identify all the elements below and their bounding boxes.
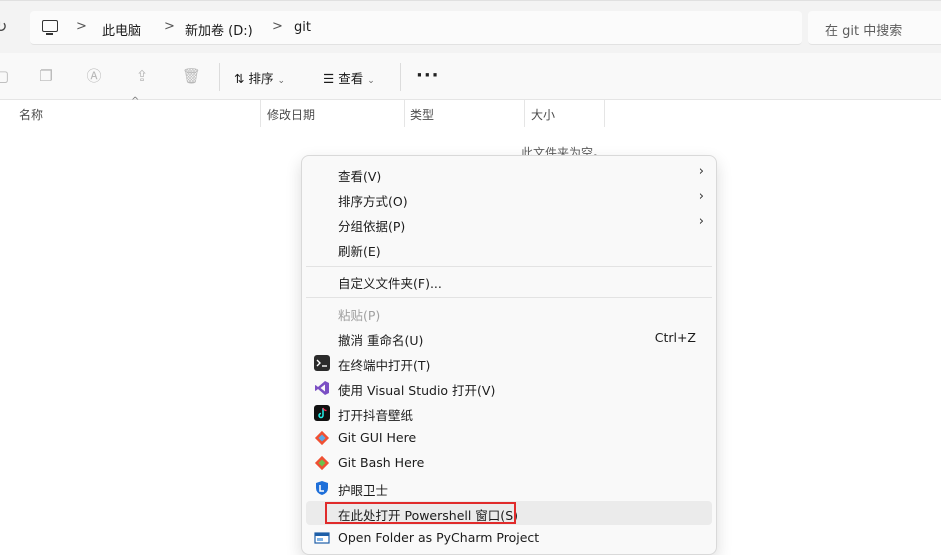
git-icon [314,455,330,471]
chevron-right-icon: › [698,164,704,179]
menu-item-label: Git Bash Here [338,455,425,470]
computer-icon[interactable] [42,20,58,35]
sort-ascending-icon: ^ [131,96,140,107]
git-icon [314,430,330,446]
chevron-right-icon[interactable]: > [272,19,283,34]
menu-item-label: 排序方式(O) [338,194,408,209]
more-options-button[interactable]: ··· [416,65,440,86]
eye-guard-icon [314,480,330,496]
sort-label: 排序 [248,71,274,86]
menu-item-label: 打开抖音壁纸 [338,408,414,423]
column-type[interactable]: 类型 [410,106,434,123]
menu-item-label: 分组依据(P) [338,219,406,234]
toolbar-divider [400,63,401,91]
share-icon[interactable]: ⇪ [134,68,150,84]
sort-button[interactable]: ⇅ 排序 ⌄ [234,68,285,87]
menu-item-label: 查看(V) [338,169,382,184]
breadcrumb[interactable]: > 此电脑 > 新加卷 (D:) > git [30,11,802,45]
sort-icon: ⇅ [234,71,249,86]
menu-item-open-pycharm[interactable]: Open Folder as PyCharm Project [306,526,712,550]
terminal-icon [314,355,330,371]
column-name[interactable]: 名称 [19,106,43,123]
menu-item-douyin-wallpaper[interactable]: 打开抖音壁纸 [306,401,712,425]
menu-item-label: 刷新(E) [338,244,381,259]
chevron-right-icon[interactable]: > [76,19,87,34]
menu-item-customize-folder[interactable]: 自定义文件夹(F)... [306,269,712,293]
search-placeholder: 在 git 中搜索 [825,24,903,39]
menu-item-open-powershell[interactable]: 在此处打开 Powershell 窗口(S) [306,501,712,525]
column-divider[interactable] [524,100,525,127]
column-divider[interactable] [260,100,261,127]
column-divider[interactable] [404,100,405,127]
menu-item-group-by[interactable]: 分组依据(P) › [306,212,712,236]
menu-item-label: Git GUI Here [338,430,417,445]
chevron-down-icon: ⌄ [367,76,375,86]
view-button[interactable]: ☰ 查看 ⌄ [323,68,375,87]
cut-icon[interactable]: ▢ [0,68,10,84]
menu-item-eye-guard[interactable]: 护眼卫士 [306,476,712,500]
chevron-down-icon: ⌄ [277,76,286,86]
delete-icon[interactable]: 🗑 [182,68,201,84]
menu-item-open-visual-studio[interactable]: 使用 Visual Studio 打开(V) [306,376,712,400]
menu-item-git-gui[interactable]: Git GUI Here [306,426,712,450]
menu-item-shortcut: Ctrl+Z [654,330,696,345]
menu-item-label: 粘贴(P) [338,308,381,323]
menu-item-paste: 粘贴(P) [306,301,712,325]
menu-item-refresh[interactable]: 刷新(E) [306,237,712,261]
column-divider[interactable] [604,100,605,127]
address-bar: ↻ > 此电脑 > 新加卷 (D:) > git 在 git 中搜索 [0,0,941,53]
column-size[interactable]: 大小 [531,106,555,123]
view-label: 查看 [338,71,364,86]
refresh-icon[interactable]: ↻ [0,17,7,36]
rename-icon[interactable]: Ⓐ [86,68,102,84]
copy-icon[interactable]: ❐ [38,68,54,84]
pycharm-icon [314,530,330,546]
menu-item-sort-by[interactable]: 排序方式(O) › [306,187,712,211]
column-header-row: ^ 名称 修改日期 类型 大小 [0,96,941,127]
chevron-right-icon[interactable]: > [164,19,175,34]
menu-item-label: 在此处打开 Powershell 窗口(S) [338,508,518,523]
breadcrumb-git[interactable]: git [294,20,311,35]
column-modified[interactable]: 修改日期 [267,106,315,123]
menu-separator [306,297,712,298]
search-input[interactable]: 在 git 中搜索 [808,11,941,45]
command-bar: ▢ ❐ Ⓐ ⇪ 🗑 ⇅ 排序 ⌄ ☰ 查看 ⌄ ··· [0,53,941,100]
chevron-right-icon: › [698,189,704,204]
menu-item-label: 使用 Visual Studio 打开(V) [338,383,496,398]
chevron-right-icon: › [698,214,704,229]
menu-item-undo-rename[interactable]: 撤消 重命名(U) Ctrl+Z [306,326,712,350]
toolbar-divider [219,63,220,91]
menu-separator [306,266,712,267]
breadcrumb-this-pc[interactable]: 此电脑 [102,20,141,39]
breadcrumb-drive-d[interactable]: 新加卷 (D:) [185,20,253,39]
menu-item-label: 自定义文件夹(F)... [338,276,442,291]
menu-item-label: 护眼卫士 [338,483,389,498]
menu-item-label: 在终端中打开(T) [338,358,431,373]
visual-studio-icon [314,380,330,396]
menu-item-view[interactable]: 查看(V) › [306,162,712,186]
menu-item-git-bash[interactable]: Git Bash Here [306,451,712,475]
douyin-icon [314,405,330,421]
menu-item-label: Open Folder as PyCharm Project [338,530,540,545]
context-menu: 查看(V) › 排序方式(O) › 分组依据(P) › 刷新(E) 自定义文件夹… [301,155,717,555]
view-icon: ☰ [323,71,339,86]
menu-item-open-terminal[interactable]: 在终端中打开(T) [306,351,712,375]
menu-item-label: 撤消 重命名(U) [338,333,424,348]
